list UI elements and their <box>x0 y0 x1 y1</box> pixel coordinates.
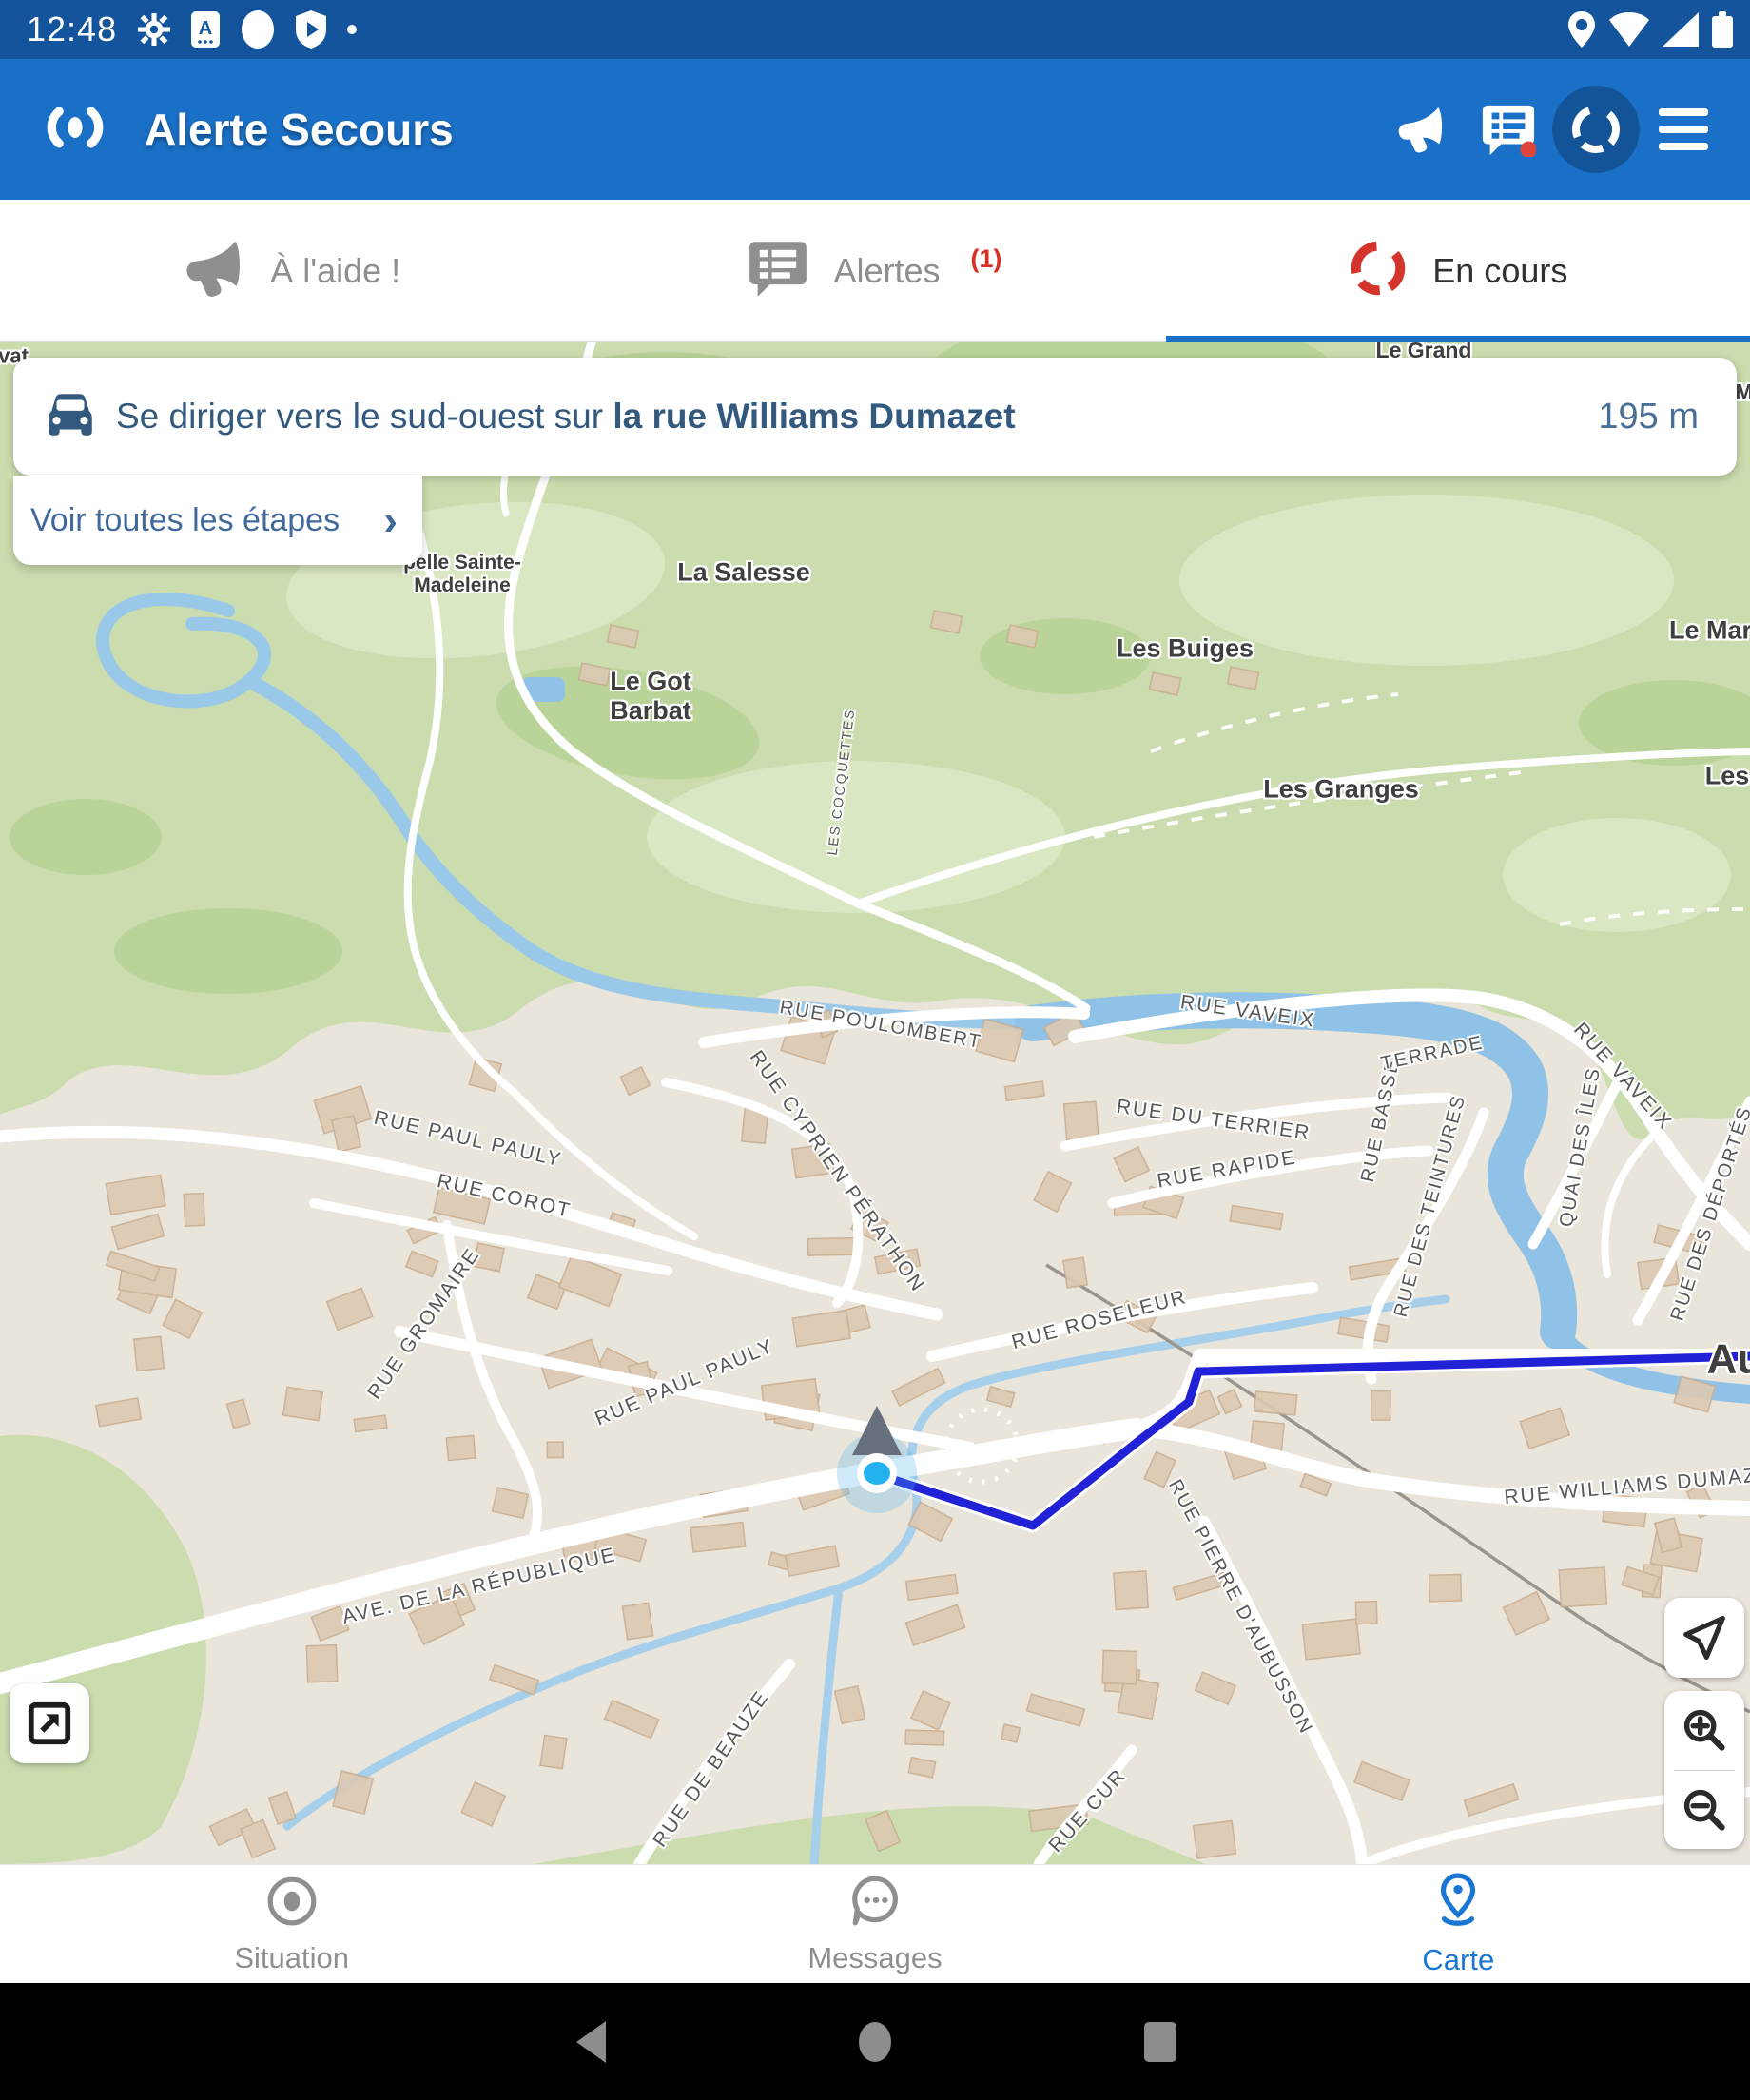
all-steps-link[interactable]: Voir toutes les étapes <box>30 502 340 539</box>
messages-bubble-icon <box>847 1874 903 1934</box>
zoom-out-button[interactable] <box>1664 1771 1744 1850</box>
svg-text:A: A <box>199 18 212 39</box>
tab-a-laide[interactable]: À l'aide ! <box>0 200 583 341</box>
alert-count-badge: (1) <box>971 244 1002 274</box>
instruction-text: Se diriger vers le sud-ouest sur la rue … <box>116 397 1016 437</box>
location-pin-icon <box>1567 10 1596 49</box>
record-circle-icon <box>241 10 275 49</box>
wifi-icon <box>1609 12 1649 47</box>
android-navigation-bar <box>0 1983 1750 2100</box>
notification-dot-icon <box>347 25 357 34</box>
home-button[interactable] <box>732 2019 1018 2065</box>
app-screen: 12:48 A <box>0 0 1750 2100</box>
tab-alertes[interactable]: Alertes (1) <box>583 200 1166 341</box>
instruction-road: la rue Williams Dumazet <box>612 397 1015 436</box>
fullscreen-map-button[interactable] <box>10 1683 89 1763</box>
gear-icon <box>138 13 170 46</box>
hamburger-menu-button[interactable] <box>1640 86 1727 173</box>
zoom-in-button[interactable] <box>1664 1691 1744 1770</box>
recents-button[interactable] <box>1018 2020 1303 2064</box>
active-tab-indicator <box>1166 336 1750 342</box>
all-steps-card[interactable]: Voir toutes les étapes › <box>13 476 422 565</box>
chat-list-button[interactable] <box>1465 86 1552 173</box>
progress-ring-button[interactable] <box>1552 86 1640 173</box>
battery-icon <box>1712 11 1733 48</box>
back-button[interactable] <box>447 2019 732 2065</box>
megaphone-button[interactable] <box>1377 86 1465 173</box>
navigation-instruction-card: Se diriger vers le sud-ouest sur la rue … <box>13 358 1737 476</box>
bottomnav-carte[interactable]: Carte <box>1167 1865 1750 1983</box>
bottomnav-label: Situation <box>234 1941 349 1975</box>
progress-ring-icon <box>1349 239 1408 302</box>
status-bar: 12:48 A <box>0 0 1750 59</box>
tab-label: En cours <box>1432 251 1567 291</box>
tab-en-cours[interactable]: En cours <box>1167 200 1750 341</box>
bottomnav-messages[interactable]: Messages <box>583 1865 1166 1983</box>
situation-target-icon <box>264 1874 320 1934</box>
bottomnav-label: Messages <box>807 1941 942 1975</box>
letter-a-box-icon: A <box>191 11 220 48</box>
car-icon <box>42 390 99 444</box>
app-title: Alerte Secours <box>145 104 454 155</box>
cell-signal-icon <box>1662 12 1699 47</box>
map-canvas[interactable] <box>0 342 1750 1864</box>
chat-list-icon <box>748 238 808 303</box>
zoom-controls <box>1664 1691 1744 1849</box>
shield-play-icon <box>296 10 326 49</box>
tab-label: Alertes <box>833 251 940 291</box>
app-bar: Alerte Secours <box>0 59 1750 200</box>
radio-waves-logo <box>34 97 116 163</box>
tab-label: À l'aide ! <box>270 251 400 291</box>
bottom-navigation: Situation Messages Carte <box>0 1864 1750 1983</box>
megaphone-icon <box>183 237 245 304</box>
map-pin-icon <box>1430 1872 1486 1935</box>
status-time: 12:48 <box>27 10 117 49</box>
distance-remaining: 195 m <box>1598 397 1699 438</box>
bottomnav-situation[interactable]: Situation <box>0 1865 583 1983</box>
recenter-compass-button[interactable] <box>1664 1598 1744 1678</box>
tab-bar: À l'aide ! Alertes (1) En cours <box>0 200 1750 342</box>
bottomnav-label: Carte <box>1422 1943 1494 1977</box>
